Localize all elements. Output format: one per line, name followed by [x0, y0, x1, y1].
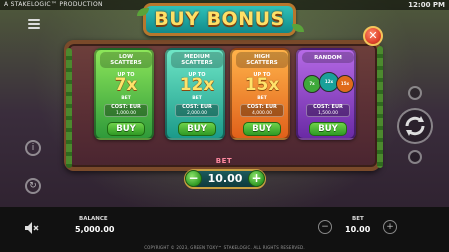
- clock: 12:00 PM: [408, 1, 445, 9]
- bet-label: BET: [192, 96, 202, 101]
- bet-label: BET: [257, 96, 267, 101]
- cost-label: COST: EUR: [182, 104, 212, 110]
- vine-decoration-left: [66, 48, 72, 168]
- dialog-title-plate: BUY BONUS: [143, 3, 296, 36]
- balance-value: 5,000.00: [75, 225, 115, 234]
- copyright-text: COPYRIGHT © 2023, GREEN TOXY™ STAKELOGIC…: [144, 245, 305, 250]
- bet-value: 10.00: [207, 172, 243, 185]
- cost-box: COST: EUR 1,000.00: [104, 104, 148, 117]
- info-icon[interactable]: i: [25, 140, 41, 156]
- bet-decrease-button[interactable]: −: [185, 170, 202, 187]
- cost-label: COST: EUR: [247, 104, 277, 110]
- multiplier: 15x: [244, 75, 280, 95]
- random-orb-15x: 15x: [336, 75, 354, 93]
- buy-button-high-scatters[interactable]: BUY: [243, 122, 281, 136]
- cost-box: COST: EUR 4,000.00: [240, 104, 284, 117]
- bonus-card-random: RANDOM 7x 12x 15x COST: EUR 1,500.00 BUY: [296, 48, 356, 140]
- buy-button-random[interactable]: BUY: [309, 122, 347, 136]
- brand-label: A STAKELOGIC™ PRODUCTION: [4, 1, 103, 8]
- cost-label: COST: EUR: [111, 104, 141, 110]
- cost-value: 4,000.00: [251, 110, 273, 116]
- buy-button-low-scatters[interactable]: BUY: [107, 122, 145, 136]
- card-name: RANDOM: [302, 52, 354, 63]
- bet-selector: − 10.00 +: [184, 169, 266, 189]
- cost-value: 2,000.00: [186, 110, 208, 116]
- spin-arrows-icon: [405, 116, 425, 136]
- bonus-card-high-scatters: HIGH SCATTERS UP TO 15x BET COST: EUR 4,0…: [230, 48, 290, 140]
- multiplier: 12x: [179, 75, 215, 95]
- speaker-icon: [25, 222, 39, 234]
- cost-value: 1,500.00: [317, 110, 339, 116]
- card-name: HIGH SCATTERS: [236, 52, 288, 68]
- vine-decoration-right: [377, 46, 383, 168]
- bonus-card-medium-scatters: MEDIUM SCATTERS UP TO 12x BET COST: EUR 2…: [165, 48, 225, 140]
- multiplier: 7x: [114, 75, 138, 95]
- cost-label: COST: EUR: [313, 104, 343, 110]
- card-name: LOW SCATTERS: [100, 52, 152, 68]
- cost-box: COST: EUR 2,000.00: [175, 104, 219, 117]
- bottom-bet-decrease-button[interactable]: −: [318, 220, 332, 234]
- bottom-bet-label: BET: [352, 216, 364, 222]
- autoplay-icon[interactable]: [408, 86, 422, 100]
- bonus-card-low-scatters: LOW SCATTERS UP TO 7x BET COST: EUR 1,000…: [94, 48, 154, 140]
- sound-icon[interactable]: [24, 220, 40, 234]
- balance-label: BALANCE: [79, 216, 108, 222]
- bottom-bet-increase-button[interactable]: +: [383, 220, 397, 234]
- card-name: MEDIUM SCATTERS: [171, 52, 223, 68]
- bet-title: BET: [215, 157, 233, 165]
- history-icon[interactable]: ↻: [25, 178, 41, 194]
- cost-value: 1,000.00: [115, 110, 137, 116]
- cost-box: COST: EUR 1,500.00: [306, 104, 350, 117]
- bottom-bet-value: 10.00: [345, 225, 371, 234]
- bet-label: BET: [121, 96, 131, 101]
- menu-icon[interactable]: [28, 19, 40, 29]
- turbo-icon[interactable]: [408, 150, 422, 164]
- spin-icon[interactable]: [397, 108, 433, 144]
- close-button[interactable]: ✕: [363, 26, 383, 46]
- bet-increase-button[interactable]: +: [248, 170, 265, 187]
- buy-button-medium-scatters[interactable]: BUY: [178, 122, 216, 136]
- dialog-title: BUY BONUS: [154, 8, 285, 30]
